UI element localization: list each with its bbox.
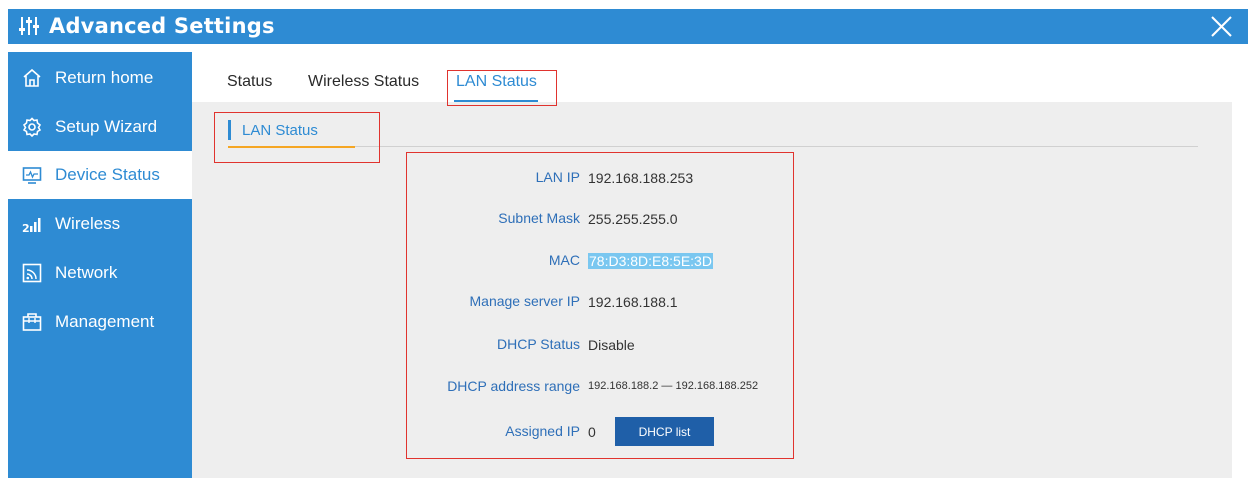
close-icon[interactable] [1209, 14, 1234, 39]
assigned-ip-value: 0 [588, 424, 596, 440]
subnet-mask-label: Subnet Mask [498, 210, 580, 226]
sidebar-item-label: Device Status [55, 165, 160, 184]
mac-value: 78:D3:8D:E8:5E:3D [588, 253, 713, 269]
sidebar-item-label: Wireless [55, 214, 121, 233]
dhcp-range-end: 192.168.188.252 [675, 380, 759, 392]
lan-ip-value: 192.168.188.253 [588, 170, 694, 186]
manage-server-ip-label: Manage server IP [469, 293, 581, 309]
network-icon [22, 263, 42, 283]
sidebar-item-return-home[interactable]: Return home [8, 54, 192, 102]
tab-bar: Status Wireless Status LAN Status [192, 52, 1232, 102]
lan-ip-label: LAN IP [535, 169, 580, 185]
dhcp-range-value: 192.168.188.2 — 192.168.188.252 [588, 380, 758, 392]
assigned-ip-label: Assigned IP [505, 423, 580, 439]
sidebar: Return home Setup Wizard Device Status 2… [8, 52, 192, 478]
sidebar-item-label: Management [55, 312, 155, 331]
mac-label: MAC [548, 252, 580, 268]
dhcp-status-value: Disable [588, 337, 635, 353]
dhcp-range-separator: — [661, 380, 673, 392]
section-marker [228, 120, 231, 140]
sidebar-item-wireless[interactable]: 2 Wireless [8, 200, 192, 248]
mac-value-text: 78:D3:8D:E8:5E:3D [588, 253, 713, 269]
section-divider [355, 146, 1198, 147]
sidebar-item-setup-wizard[interactable]: Setup Wizard [8, 103, 192, 151]
tab-status[interactable]: Status [227, 73, 272, 91]
manage-server-ip-value: 192.168.188.1 [588, 294, 678, 310]
svg-text:2: 2 [22, 222, 30, 234]
sidebar-item-device-status[interactable]: Device Status [8, 151, 192, 199]
gear-icon [22, 117, 42, 137]
sidebar-item-management[interactable]: Management [8, 298, 192, 346]
briefcase-icon [22, 313, 42, 331]
window-title: Advanced Settings [49, 14, 275, 38]
dhcp-status-label: DHCP Status [497, 336, 580, 352]
tab-lan-status[interactable]: LAN Status [456, 73, 537, 91]
sidebar-item-network[interactable]: Network [8, 249, 192, 297]
dhcp-list-button[interactable]: DHCP list [615, 417, 714, 446]
tab-wireless-status[interactable]: Wireless Status [308, 73, 419, 91]
title-bar: Advanced Settings [8, 9, 1248, 44]
sidebar-item-label: Return home [55, 68, 154, 87]
dhcp-range-label: DHCP address range [447, 378, 580, 394]
sidebar-item-label: Setup Wizard [55, 117, 158, 136]
section-underline [228, 146, 355, 148]
sidebar-item-label: Network [55, 263, 118, 282]
monitor-icon [22, 167, 42, 184]
home-icon [23, 68, 41, 87]
signal-icon: 2 [22, 218, 41, 234]
subnet-mask-value: 255.255.255.0 [588, 211, 678, 227]
dhcp-range-start: 192.168.188.2 [588, 380, 659, 392]
section-title: LAN Status [242, 122, 318, 139]
sliders-icon [19, 17, 39, 35]
